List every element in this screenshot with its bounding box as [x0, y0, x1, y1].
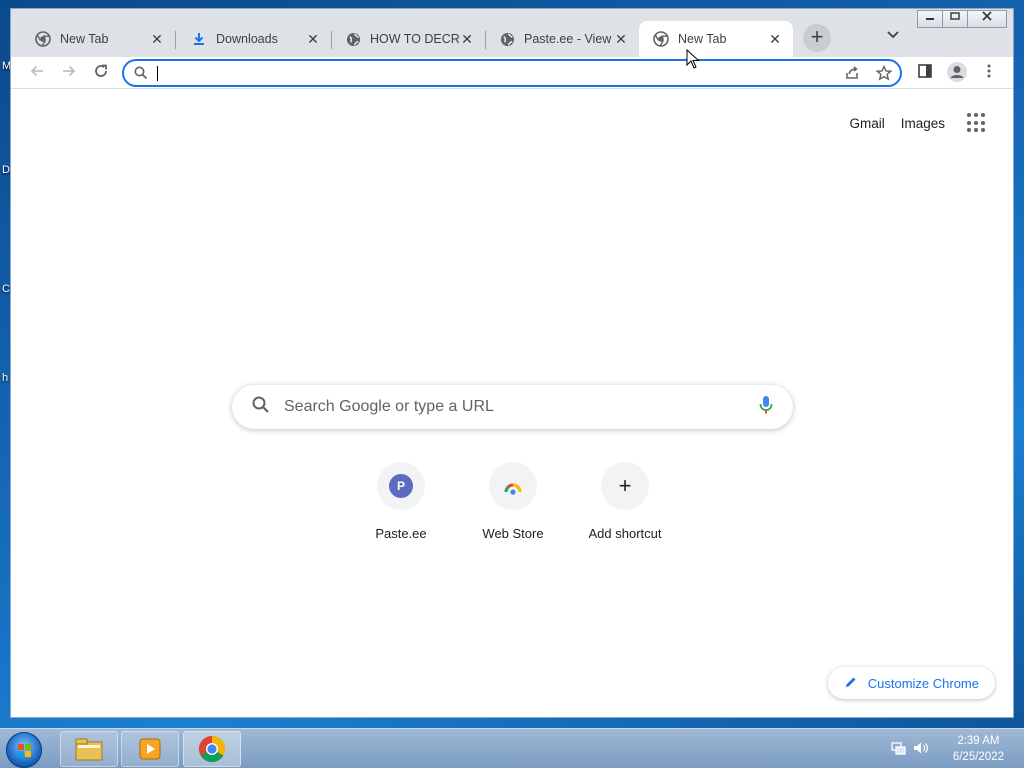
customize-chrome-button[interactable]: Customize Chrome	[827, 667, 995, 699]
tab-how-to-decrypt[interactable]: HOW TO DECRYPT ✕	[331, 21, 486, 57]
file-explorer-taskbar-button[interactable]	[60, 731, 118, 767]
search-placeholder: Search Google or type a URL	[284, 398, 494, 415]
tab-downloads[interactable]: Downloads ✕	[177, 21, 332, 57]
address-input[interactable]	[158, 64, 838, 82]
address-bar[interactable]	[122, 59, 902, 87]
desktop-icon-label[interactable]: C	[2, 283, 10, 295]
new-tab-page: Gmail Images Search Google or type a URL…	[11, 89, 1013, 717]
volume-icon[interactable]	[913, 741, 929, 755]
toolbar	[11, 57, 1013, 89]
gmail-link[interactable]: Gmail	[849, 116, 884, 131]
media-player-taskbar-button[interactable]	[121, 731, 179, 767]
tab-strip: New Tab ✕ Downloads ✕ HOW TO DECRYPT ✕	[11, 9, 1013, 57]
close-icon[interactable]: ✕	[459, 31, 475, 47]
forward-button[interactable]	[57, 61, 81, 85]
tab-new-tab[interactable]: New Tab ✕	[21, 21, 176, 57]
add-shortcut-button[interactable]: + Add shortcut	[569, 462, 681, 541]
side-panel-icon[interactable]	[913, 61, 937, 85]
top-links: Gmail Images	[833, 113, 987, 133]
shortcut-icon: P	[377, 462, 425, 510]
share-icon[interactable]	[844, 65, 862, 83]
folder-icon	[75, 738, 103, 761]
pencil-icon	[844, 675, 858, 692]
plus-icon: +	[601, 462, 649, 510]
customize-label: Customize Chrome	[867, 675, 979, 691]
network-icon[interactable]	[891, 741, 907, 755]
tab-search-icon[interactable]	[883, 27, 903, 47]
shortcut-paste-ee[interactable]: P Paste.ee	[345, 462, 457, 541]
clock-date: 6/25/2022	[952, 751, 1004, 763]
chrome-icon	[653, 31, 669, 47]
close-icon[interactable]: ✕	[149, 31, 165, 47]
tab-title: HOW TO DECRYPT	[370, 32, 459, 46]
windows-logo-icon	[18, 744, 31, 757]
desktop-icon-label[interactable]: h	[2, 372, 8, 384]
menu-kebab-icon[interactable]	[977, 61, 1001, 85]
globe-icon	[499, 31, 515, 47]
chrome-icon	[198, 735, 226, 763]
desktop-icon-label[interactable]: D	[2, 164, 10, 176]
tab-title: New Tab	[678, 32, 727, 46]
bookmark-star-icon[interactable]	[875, 64, 894, 83]
start-button[interactable]	[6, 732, 42, 768]
back-button[interactable]	[25, 61, 49, 85]
paste-ee-icon: P	[389, 474, 413, 498]
clock-time: 2:39 AM	[957, 735, 1000, 747]
shortcut-tiles: P Paste.ee Web Store + Add shortcut	[345, 462, 681, 541]
shortcut-web-store[interactable]: Web Store	[457, 462, 569, 541]
profile-avatar[interactable]	[945, 61, 969, 85]
google-apps-icon[interactable]	[967, 113, 987, 133]
web-store-icon	[504, 483, 522, 495]
shortcut-icon	[489, 462, 537, 510]
taskbar: 2:39 AM 6/25/2022	[0, 728, 1024, 768]
tab-title: New Tab	[60, 32, 109, 46]
media-player-icon	[139, 738, 161, 760]
close-icon[interactable]: ✕	[767, 31, 783, 47]
download-icon	[191, 31, 207, 47]
close-icon[interactable]: ✕	[613, 31, 629, 47]
microphone-icon[interactable]	[759, 395, 773, 420]
search-icon	[252, 396, 270, 419]
close-window-button[interactable]	[967, 10, 1007, 28]
chrome-window: New Tab ✕ Downloads ✕ HOW TO DECRYPT ✕	[10, 8, 1014, 718]
images-link[interactable]: Images	[901, 116, 945, 131]
tab-separator	[175, 31, 176, 49]
tab-title: Downloads	[216, 32, 278, 46]
tab-paste-ee[interactable]: Paste.ee - View p ✕	[485, 21, 639, 57]
tab-new-tab-active[interactable]: New Tab ✕	[639, 21, 793, 57]
shortcut-label: Paste.ee	[375, 526, 427, 541]
clock[interactable]: 2:39 AM 6/25/2022	[953, 733, 1004, 765]
reload-button[interactable]	[89, 61, 113, 85]
shortcut-label: Web Store	[482, 526, 544, 541]
chrome-icon	[35, 31, 51, 47]
ntp-search-box[interactable]: Search Google or type a URL	[232, 385, 793, 429]
minimize-button[interactable]	[917, 10, 943, 28]
new-tab-button[interactable]: +	[803, 24, 831, 52]
tab-title: Paste.ee - View p	[524, 32, 613, 46]
maximize-button[interactable]	[942, 10, 968, 28]
chrome-taskbar-button[interactable]	[183, 731, 241, 767]
search-icon	[134, 66, 148, 85]
shortcut-label: Add shortcut	[588, 526, 662, 541]
close-icon[interactable]: ✕	[305, 31, 321, 47]
mouse-cursor-icon	[686, 49, 700, 69]
globe-icon	[345, 31, 361, 47]
